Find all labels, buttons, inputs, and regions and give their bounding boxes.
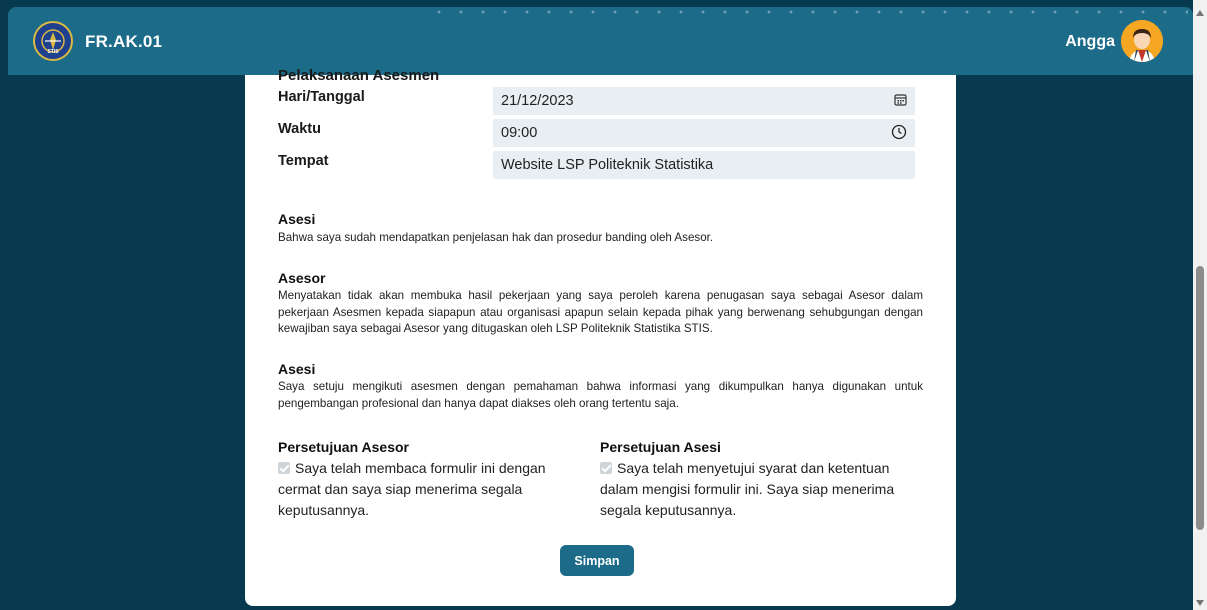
date-field[interactable]: 21/12/2023 <box>493 87 915 115</box>
place-field[interactable]: Website LSP Politeknik Statistika <box>493 151 915 179</box>
asesi-consent: Persetujuan Asesi Saya telah menyetujui … <box>600 437 925 521</box>
place-value: Website LSP Politeknik Statistika <box>501 157 714 173</box>
scrollbar-thumb[interactable] <box>1196 266 1204 530</box>
form-card: Pelaksanaan Asesmen Hari/Tanggal 21/12/2… <box>245 67 956 606</box>
user-avatar-icon <box>1121 20 1163 62</box>
save-button[interactable]: Simpan <box>560 545 634 576</box>
asesor-consent-text: Saya telah membaca formulir ini dengan c… <box>278 460 546 518</box>
asesi-section-title: Asesi <box>278 211 316 227</box>
vertical-scrollbar[interactable] <box>1193 0 1207 610</box>
time-value: 09:00 <box>501 125 538 141</box>
institution-logo[interactable]: STIS <box>33 21 73 61</box>
asesor-consent-checkbox[interactable] <box>278 462 290 474</box>
logo-text: STIS <box>47 49 59 55</box>
date-label: Hari/Tanggal <box>278 89 365 105</box>
section-heading: Pelaksanaan Asesmen <box>278 67 440 84</box>
asesor-section-title: Asesor <box>278 270 326 286</box>
time-label: Waktu <box>278 121 321 137</box>
place-label: Tempat <box>278 153 329 169</box>
scroll-up-icon[interactable] <box>1196 10 1204 16</box>
asesor-consent: Persetujuan Asesor Saya telah membaca fo… <box>278 437 588 521</box>
date-value: 21/12/2023 <box>501 93 574 109</box>
asesi-section-text: Bahwa saya sudah mendapatkan penjelasan … <box>278 231 714 244</box>
time-field[interactable]: 09:00 <box>493 119 915 147</box>
asesor-section-text: Menyatakan tidak akan membuka hasil peke… <box>278 289 923 335</box>
asesor-consent-title: Persetujuan Asesor <box>278 439 409 455</box>
scroll-down-icon[interactable] <box>1196 600 1204 606</box>
asesi-agreement-text: Saya setuju mengikuti asesmen dengan pem… <box>278 380 923 410</box>
page-title: FR.AK.01 <box>85 32 163 51</box>
header-decoration <box>428 7 1188 17</box>
top-navbar: STIS FR.AK.01 Angga <box>8 7 1193 75</box>
calendar-icon[interactable] <box>894 93 907 110</box>
asesi-consent-checkbox[interactable] <box>600 462 612 474</box>
asesi-agreement-title: Asesi <box>278 361 316 377</box>
clock-icon[interactable] <box>891 124 907 144</box>
user-name[interactable]: Angga <box>1065 33 1115 51</box>
avatar[interactable] <box>1121 20 1163 62</box>
asesi-consent-title: Persetujuan Asesi <box>600 439 721 455</box>
asesi-consent-text: Saya telah menyetujui syarat dan ketentu… <box>600 460 895 518</box>
